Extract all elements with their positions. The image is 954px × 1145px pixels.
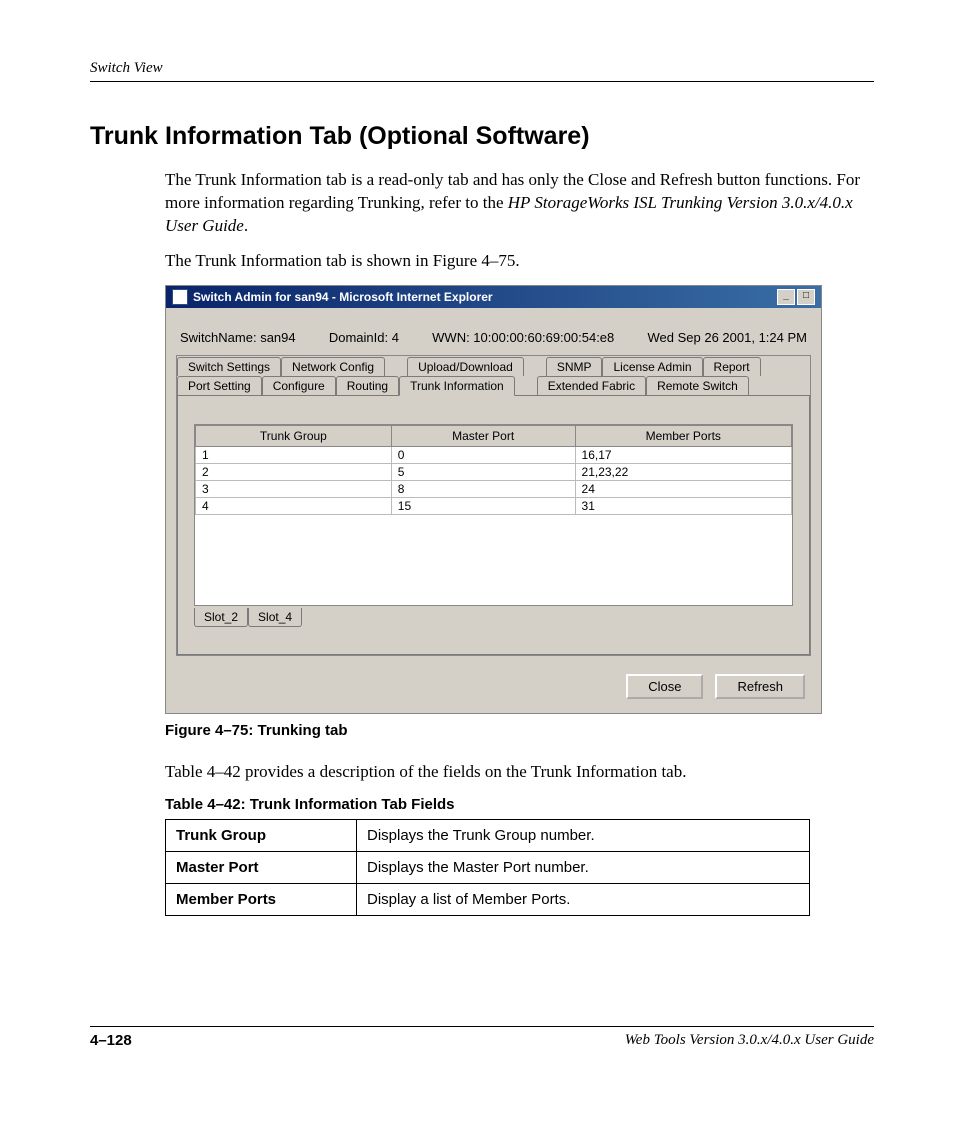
footer-right: Web Tools Version 3.0.x/4.0.x User Guide [625,1032,874,1049]
datetime: Wed Sep 26 2001, 1:24 PM [648,330,807,345]
screenshot-window: Switch Admin for san94 - Microsoft Inter… [165,285,822,714]
field-desc: Display a list of Member Ports. [357,883,810,915]
col-member-ports[interactable]: Member Ports [575,425,791,446]
table-row: Trunk Group Displays the Trunk Group num… [166,819,810,851]
window-titlebar: Switch Admin for san94 - Microsoft Inter… [166,286,821,308]
maximize-button[interactable]: □ [797,289,815,305]
info-row: SwitchName: san94 DomainId: 4 WWN: 10:00… [176,330,811,355]
slot-tab-2[interactable]: Slot_2 [194,608,248,627]
table-row[interactable]: 1 0 16,17 [196,446,792,463]
para1-text-c: . [244,216,248,235]
cell-master: 5 [391,463,575,480]
cell-group: 2 [196,463,392,480]
tab-configure[interactable]: Configure [262,376,336,396]
switch-name: SwitchName: san94 [180,330,296,345]
tab-panel: Trunk Group Master Port Member Ports 1 0… [177,395,810,655]
cell-members: 21,23,22 [575,463,791,480]
wwn: WWN: 10:00:00:60:69:00:54:e8 [432,330,614,345]
tab-upload-download[interactable]: Upload/Download [407,357,524,376]
page-number: 4–128 [90,1032,132,1049]
figure-caption: Figure 4–75: Trunking tab [165,722,874,739]
slot-tab-4[interactable]: Slot_4 [248,608,302,627]
cell-master: 15 [391,497,575,514]
tab-report[interactable]: Report [703,357,761,376]
domain-id: DomainId: 4 [329,330,399,345]
cell-group: 3 [196,480,392,497]
tab-routing[interactable]: Routing [336,376,399,396]
cell-members: 31 [575,497,791,514]
paragraph-2: The Trunk Information tab is shown in Fi… [165,250,874,273]
paragraph-3: Table 4–42 provides a description of the… [165,761,874,784]
trunk-table-wrap: Trunk Group Master Port Member Ports 1 0… [194,424,793,606]
window-title: Switch Admin for san94 - Microsoft Inter… [193,290,493,304]
table-row[interactable]: 3 8 24 [196,480,792,497]
slot-tabs: Slot_2 Slot_4 [194,608,793,627]
table-row[interactable]: 2 5 21,23,22 [196,463,792,480]
tab-remote-switch[interactable]: Remote Switch [646,376,749,396]
section-title: Trunk Information Tab (Optional Software… [90,122,874,151]
fields-table: Trunk Group Displays the Trunk Group num… [165,819,810,916]
field-header: Member Ports [166,883,357,915]
ie-icon [172,289,188,305]
tab-snmp[interactable]: SNMP [546,357,603,376]
trunk-table: Trunk Group Master Port Member Ports 1 0… [195,425,792,515]
cell-group: 1 [196,446,392,463]
field-header: Master Port [166,851,357,883]
tab-license-admin[interactable]: License Admin [602,357,702,376]
cell-group: 4 [196,497,392,514]
tab-extended-fabric[interactable]: Extended Fabric [537,376,646,396]
paragraph-1: The Trunk Information tab is a read-only… [165,169,874,238]
field-desc: Displays the Trunk Group number. [357,819,810,851]
cell-master: 0 [391,446,575,463]
cell-members: 16,17 [575,446,791,463]
table-row: Master Port Displays the Master Port num… [166,851,810,883]
close-button[interactable]: Close [626,674,703,699]
cell-master: 8 [391,480,575,497]
table-row[interactable]: 4 15 31 [196,497,792,514]
minimize-button[interactable]: _ [777,289,795,305]
table-row: Member Ports Display a list of Member Po… [166,883,810,915]
field-header: Trunk Group [166,819,357,851]
tab-switch-settings[interactable]: Switch Settings [177,357,281,376]
table-caption: Table 4–42: Trunk Information Tab Fields [165,796,874,813]
tab-strip-row2: Port Setting Configure Routing Trunk Inf… [177,376,810,396]
tab-network-config[interactable]: Network Config [281,357,385,376]
tab-strip-row1: Switch Settings Network Config Upload/Do… [177,357,810,376]
cell-members: 24 [575,480,791,497]
field-desc: Displays the Master Port number. [357,851,810,883]
tab-port-setting[interactable]: Port Setting [177,376,262,396]
col-trunk-group[interactable]: Trunk Group [196,425,392,446]
col-master-port[interactable]: Master Port [391,425,575,446]
tab-area: Switch Settings Network Config Upload/Do… [176,355,811,656]
tab-trunk-information[interactable]: Trunk Information [399,376,515,396]
running-header-left: Switch View [90,60,163,77]
refresh-button[interactable]: Refresh [715,674,805,699]
